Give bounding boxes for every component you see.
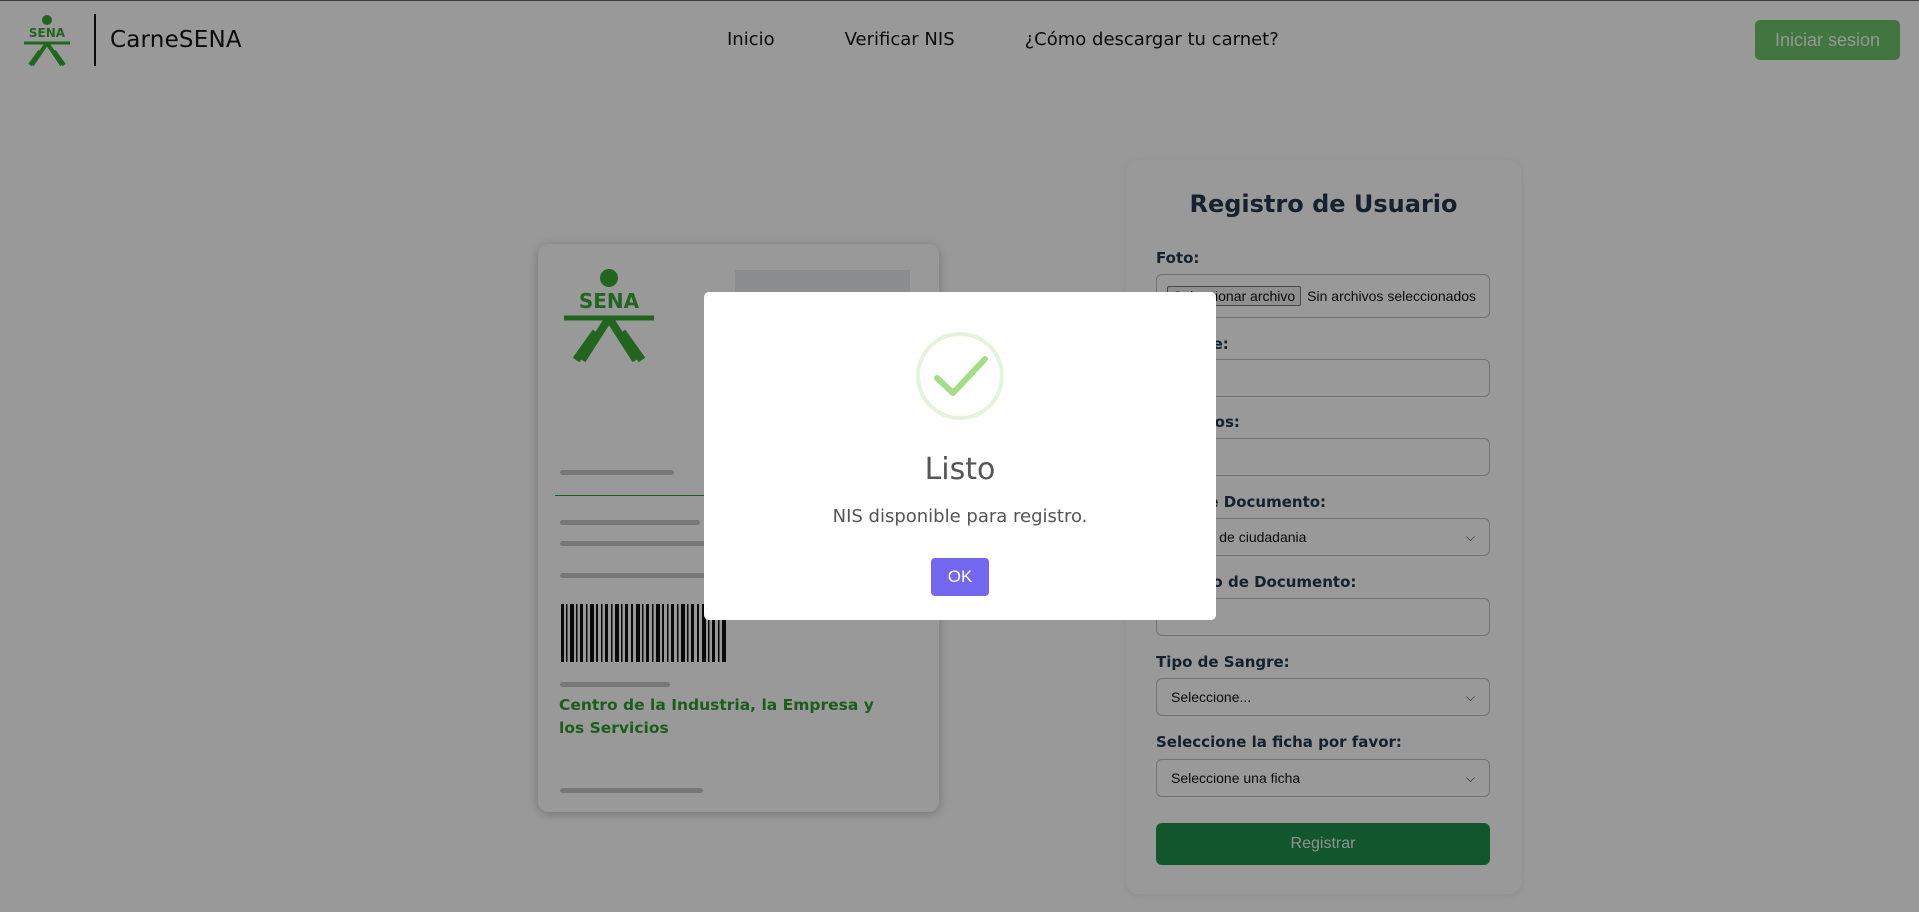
- dialog-title: Listo: [924, 452, 996, 487]
- dialog-message: NIS disponible para registro.: [832, 506, 1088, 527]
- ok-button[interactable]: OK: [931, 558, 989, 596]
- success-dialog: Listo NIS disponible para registro. OK: [704, 292, 1216, 620]
- success-check-icon: [916, 332, 1004, 420]
